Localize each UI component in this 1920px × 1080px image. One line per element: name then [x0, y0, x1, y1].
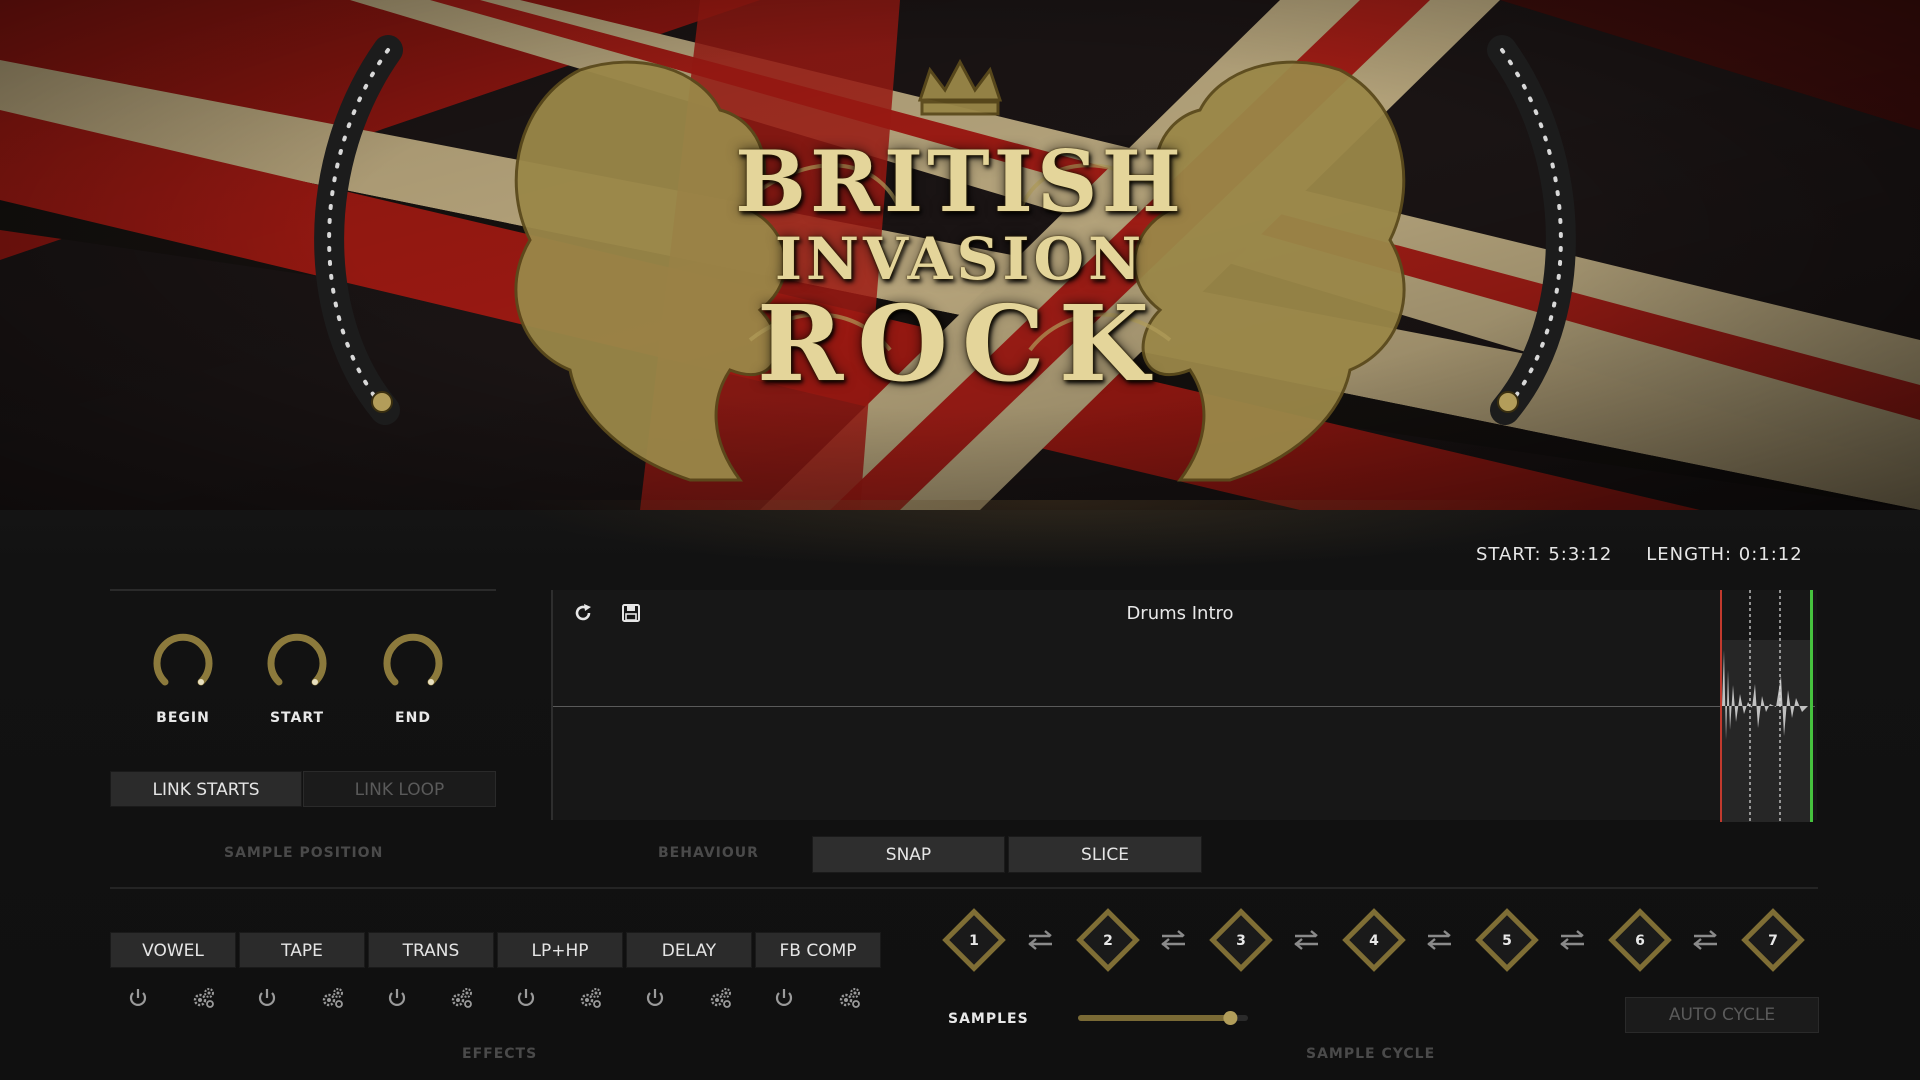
- fx-vowel-button[interactable]: VOWEL: [110, 932, 236, 968]
- link-loop-button[interactable]: LINK LOOP: [303, 771, 496, 807]
- cycle-slot-4-label: 4: [1369, 933, 1379, 949]
- cycle-slot-2[interactable]: 2: [1075, 907, 1141, 973]
- samples-slider-fill: [1078, 1015, 1235, 1021]
- start-marker: [1720, 590, 1722, 822]
- start-knob-label: START: [269, 710, 325, 726]
- end-knob-dial[interactable]: [381, 632, 445, 696]
- end-marker: [1810, 590, 1813, 822]
- cycle-slot-2-label: 2: [1103, 933, 1113, 949]
- section-divider: [110, 589, 496, 591]
- cycle-slot-3[interactable]: 3: [1208, 907, 1274, 973]
- end-knob-label: END: [395, 710, 431, 726]
- settings-gears-icon[interactable]: [450, 986, 474, 1010]
- section-divider-bottom: [110, 887, 1818, 889]
- header-banner: BRITISH INVASION ROCK: [0, 0, 1920, 510]
- fx-delay-button[interactable]: DELAY: [626, 932, 752, 968]
- effects-label: EFFECTS: [462, 1046, 538, 1062]
- cycle-slot-1[interactable]: 1: [941, 907, 1007, 973]
- swap-arrows-icon[interactable]: [1026, 928, 1056, 952]
- sample-position-label: SAMPLE POSITION: [224, 845, 384, 861]
- cycle-slot-6-label: 6: [1635, 933, 1645, 949]
- title-line-invasion: INVASION: [774, 225, 1146, 293]
- reload-icon[interactable]: [572, 602, 594, 624]
- snap-button[interactable]: SNAP: [812, 836, 1005, 873]
- title-line-rock: ROCK: [756, 282, 1164, 405]
- begin-knob-label: BEGIN: [156, 710, 210, 726]
- samples-slider[interactable]: [1078, 1006, 1248, 1030]
- swap-arrows-icon[interactable]: [1558, 928, 1588, 952]
- samples-label: SAMPLES: [948, 1011, 1029, 1027]
- right-arc-handle: [1497, 391, 1519, 413]
- cycle-slot-5-label: 5: [1502, 933, 1512, 949]
- settings-gears-icon[interactable]: [321, 986, 345, 1010]
- start-knob[interactable]: START: [252, 632, 342, 726]
- cycle-slot-4[interactable]: 4: [1341, 907, 1407, 973]
- link-starts-button[interactable]: LINK STARTS: [110, 771, 302, 807]
- position-readout: START: 5:3:12 LENGTH: 0:1:12: [1476, 544, 1837, 565]
- power-icon[interactable]: [514, 986, 538, 1010]
- cycle-slot-1-label: 1: [969, 933, 979, 949]
- fx-tape-button[interactable]: TAPE: [239, 932, 365, 968]
- power-icon[interactable]: [126, 986, 150, 1010]
- product-title: BRITISH INVASION ROCK: [700, 140, 1220, 396]
- start-readout: START: 5:3:12: [1476, 544, 1613, 565]
- swap-arrows-icon[interactable]: [1292, 928, 1322, 952]
- start-knob-dial[interactable]: [265, 632, 329, 696]
- left-arc-slider[interactable]: [270, 30, 410, 450]
- cycle-slot-6[interactable]: 6: [1607, 907, 1673, 973]
- settings-gears-icon[interactable]: [709, 986, 733, 1010]
- power-icon[interactable]: [385, 986, 409, 1010]
- sample-cycle-label: SAMPLE CYCLE: [1306, 1046, 1436, 1062]
- fx-lphp-button[interactable]: LP+HP: [497, 932, 623, 968]
- power-icon[interactable]: [772, 986, 796, 1010]
- cycle-slot-7[interactable]: 7: [1740, 907, 1806, 973]
- left-arc-handle: [371, 391, 393, 413]
- cycle-slot-7-label: 7: [1768, 933, 1778, 949]
- right-arc-slider[interactable]: [1480, 30, 1620, 450]
- behaviour-label: BEHAVIOUR: [658, 845, 759, 861]
- fx-fbcomp-button[interactable]: FB COMP: [755, 932, 881, 968]
- power-icon[interactable]: [643, 986, 667, 1010]
- title-line-british: BRITISH: [735, 132, 1185, 231]
- settings-gears-icon[interactable]: [579, 986, 603, 1010]
- settings-gears-icon[interactable]: [192, 986, 216, 1010]
- waveform-region[interactable]: [1718, 590, 1816, 822]
- settings-gears-icon[interactable]: [838, 986, 862, 1010]
- sample-name: Drums Intro: [1126, 603, 1234, 624]
- samples-slider-thumb: [1223, 1011, 1238, 1025]
- cycle-slot-3-label: 3: [1236, 933, 1246, 949]
- fx-trans-button[interactable]: TRANS: [368, 932, 494, 968]
- swap-arrows-icon[interactable]: [1425, 928, 1455, 952]
- begin-knob-dial[interactable]: [151, 632, 215, 696]
- end-knob[interactable]: END: [368, 632, 458, 726]
- swap-arrows-icon[interactable]: [1691, 928, 1721, 952]
- waveform-baseline: [553, 706, 1815, 707]
- save-icon[interactable]: [621, 603, 641, 623]
- waveform-editor[interactable]: [551, 590, 1817, 820]
- begin-knob[interactable]: BEGIN: [138, 632, 228, 726]
- slice-button[interactable]: SLICE: [1008, 836, 1202, 873]
- panel-glow: [500, 500, 1600, 570]
- power-icon[interactable]: [255, 986, 279, 1010]
- length-readout: LENGTH: 0:1:12: [1646, 544, 1803, 565]
- auto-cycle-button[interactable]: AUTO CYCLE: [1625, 997, 1819, 1033]
- cycle-slot-5[interactable]: 5: [1474, 907, 1540, 973]
- swap-arrows-icon[interactable]: [1159, 928, 1189, 952]
